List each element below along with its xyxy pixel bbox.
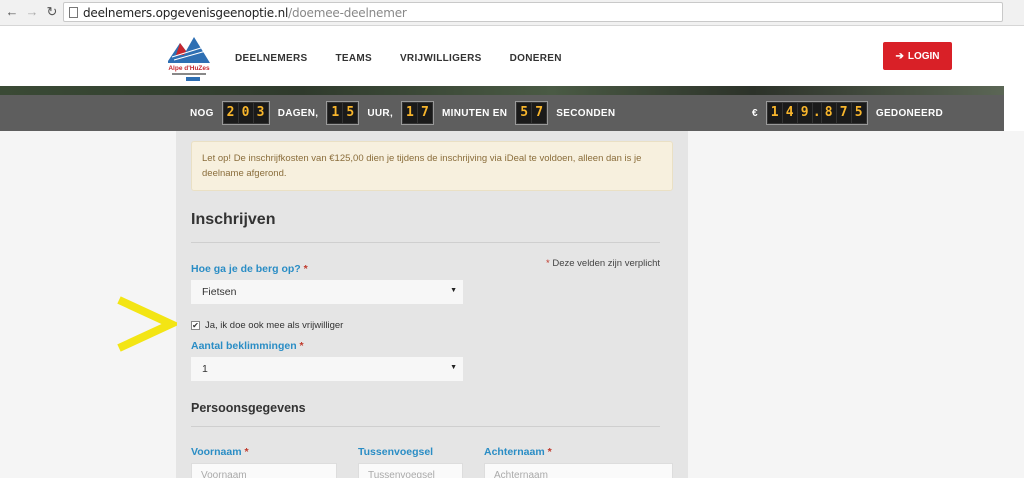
days-counter: 2 0 3 <box>221 101 270 125</box>
hours-counter: 1 5 <box>326 101 360 125</box>
volunteer-checkbox-row[interactable]: ✔ Ja, ik doe ook mee als vrijwilliger <box>191 320 343 331</box>
last-name-label-text: Achternaam <box>484 446 545 458</box>
minutes-counter: 1 7 <box>401 101 435 125</box>
method-label-text: Hoe ga je de berg op? <box>191 263 301 275</box>
caret-down-icon: ▼ <box>450 287 457 294</box>
required-star: * <box>299 340 304 352</box>
digit: 2 <box>223 103 238 123</box>
climbs-label: Aantal beklimmingen * <box>191 340 304 352</box>
middle-name-label: Tussenvoegsel <box>358 446 433 458</box>
url-text: deelnemers.opgevenisgeenoptie.nl/doemee-… <box>83 6 407 20</box>
climbs-select[interactable]: 1 ▼ <box>191 357 463 381</box>
url-host: deelnemers.opgevenisgeenoptie.nl <box>83 6 289 20</box>
digit: 7 <box>418 103 433 123</box>
nav-teams[interactable]: TEAMS <box>335 53 372 64</box>
last-name-label: Achternaam * <box>484 446 552 458</box>
digit-separator: . <box>812 103 821 123</box>
divider <box>191 426 660 427</box>
digit: 7 <box>532 103 547 123</box>
first-name-label-text: Voornaam <box>191 446 242 458</box>
required-star: * <box>244 446 249 458</box>
method-select-value: Fietsen <box>202 286 237 298</box>
form-title: Inschrijven <box>191 211 276 228</box>
digit: 5 <box>517 103 532 123</box>
digit: 1 <box>328 103 343 123</box>
alpe-dhuzes-logo[interactable]: Alpe d'HuZes <box>166 33 212 83</box>
last-name-field[interactable]: Achternaam <box>484 463 673 478</box>
digit: 1 <box>767 103 782 123</box>
browser-toolbar: ← → ↻ deelnemers.opgevenisgeenoptie.nl/d… <box>0 0 1024 26</box>
volunteer-checkbox-label: Ja, ik doe ook mee als vrijwilliger <box>205 320 344 331</box>
first-name-label: Voornaam * <box>191 446 249 458</box>
required-star: * <box>303 263 308 275</box>
digit: 5 <box>343 103 358 123</box>
days-label: DAGEN, <box>277 107 319 119</box>
address-bar[interactable]: deelnemers.opgevenisgeenoptie.nl/doemee-… <box>63 2 1003 22</box>
arrow-right-icon[interactable]: → <box>24 4 40 20</box>
main-nav: DEELNEMERS TEAMS VRIJWILLIGERS DONEREN <box>235 53 562 64</box>
digit: 5 <box>851 103 866 123</box>
required-star: * <box>546 258 550 269</box>
nog-label: NOG <box>190 107 214 119</box>
login-label: LOGIN <box>907 50 940 62</box>
annotation-arrow-icon <box>117 296 177 352</box>
seconds-label: SECONDEN <box>556 107 616 119</box>
digit: 9 <box>797 103 812 123</box>
url-path: /doemee-deelnemer <box>288 6 407 20</box>
divider <box>191 242 660 243</box>
method-select[interactable]: Fietsen ▼ <box>191 280 463 304</box>
first-name-field[interactable]: Voornaam <box>191 463 337 478</box>
logo-text: Alpe d'HuZes <box>168 65 210 72</box>
climbs-select-value: 1 <box>202 363 208 375</box>
required-note-text: Deze velden zijn verplicht <box>552 258 661 269</box>
seconds-counter: 5 7 <box>515 101 549 125</box>
countdown-timer: NOG 2 0 3 DAGEN, 1 5 UUR, 1 7 MINUTEN EN… <box>190 95 615 131</box>
nav-vrijwilligers[interactable]: VRIJWILLIGERS <box>400 53 482 64</box>
personal-data-title: Persoonsgegevens <box>191 401 306 415</box>
method-label: Hoe ga je de berg op? * <box>191 263 308 275</box>
minutes-label: MINUTEN EN <box>442 107 508 119</box>
required-note: * Deze velden zijn verplicht <box>546 258 660 269</box>
donated-amount: 1 4 9 . 8 7 5 <box>765 101 868 125</box>
required-star: * <box>547 446 552 458</box>
climbs-label-text: Aantal beklimmingen <box>191 340 297 352</box>
reload-icon[interactable]: ↻ <box>44 4 60 20</box>
currency-label: € <box>752 107 758 119</box>
digit: 8 <box>821 103 836 123</box>
page-icon <box>69 7 78 18</box>
arrow-left-icon[interactable]: ← <box>4 4 20 20</box>
donated-label: GEDONEERD <box>875 107 944 119</box>
volunteer-checkbox[interactable]: ✔ <box>191 321 200 330</box>
digit: 3 <box>253 103 268 123</box>
countdown-bar: NOG 2 0 3 DAGEN, 1 5 UUR, 1 7 MINUTEN EN… <box>0 95 1004 131</box>
nav-doneren[interactable]: DONEREN <box>510 53 562 64</box>
donation-counter: € 1 4 9 . 8 7 5 GEDONEERD <box>752 95 943 131</box>
digit: 1 <box>403 103 418 123</box>
caret-down-icon: ▼ <box>450 364 457 371</box>
middle-name-label-text: Tussenvoegsel <box>358 446 434 458</box>
digit: 7 <box>836 103 851 123</box>
digit: 0 <box>238 103 253 123</box>
middle-name-field[interactable]: Tussenvoegsel <box>358 463 463 478</box>
nav-deelnemers[interactable]: DEELNEMERS <box>235 53 307 64</box>
hours-label: UUR, <box>367 107 394 119</box>
site-header: Alpe d'HuZes DEELNEMERS TEAMS VRIJWILLIG… <box>0 26 1004 88</box>
sign-in-icon: ➔ <box>895 50 904 62</box>
digit: 4 <box>782 103 797 123</box>
login-button[interactable]: ➔ LOGIN <box>883 42 952 70</box>
payment-notice: Let op! De inschrijfkosten van €125,00 d… <box>191 141 673 191</box>
